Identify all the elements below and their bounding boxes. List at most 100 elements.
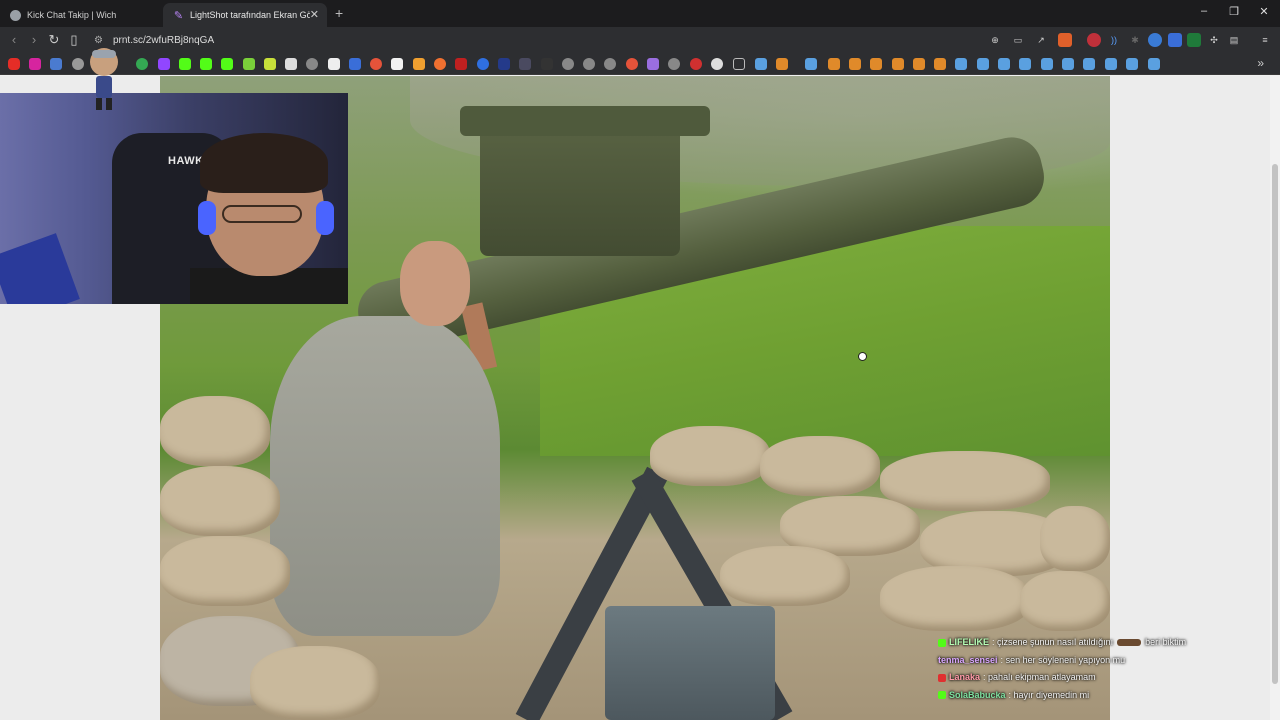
bookmark-icon[interactable] [434,58,446,70]
scrollbar-thumb[interactable] [1272,164,1278,684]
bookmark-icon[interactable] [776,58,788,70]
tab-lightshot[interactable]: ✎ LightShot tarafından Ekran Görü ✕ [163,3,327,27]
extension-icon[interactable] [1148,33,1162,47]
sight-unit [480,116,680,256]
close-tab-icon[interactable]: ✕ [310,8,319,21]
share-icon[interactable]: ↗ [1034,33,1048,47]
amazon-bookmark-icon[interactable] [413,58,425,70]
folder-icon[interactable] [733,58,745,70]
bookmark-icon[interactable] [243,58,255,70]
x-bookmark-icon[interactable] [328,58,340,70]
back-icon[interactable]: ‹ [6,32,22,47]
bookmark-icon[interactable] [583,58,595,70]
steam-bookmark-icon[interactable] [1019,58,1031,70]
bookmark-icon[interactable] [913,58,925,70]
sidebar-icon[interactable]: ▤ [1227,33,1241,47]
zoom-icon[interactable]: ⊕ [988,33,1002,47]
brave-shield-icon[interactable] [1058,33,1072,47]
bookmark-icon[interactable] [892,58,904,70]
bookmark-icon[interactable] [934,58,946,70]
youtube-bookmark-icon[interactable] [8,58,20,70]
bookmark-icon[interactable] [391,58,403,70]
steam-bookmark-icon[interactable] [998,58,1010,70]
steam-bookmark-icon[interactable] [1148,58,1160,70]
chat-message: Lanaka : pahalı ekipman atlayamam [938,669,1278,687]
sandbag [1020,571,1110,631]
tab-kick-chat[interactable]: Kick Chat Takip | Wich [0,3,160,27]
globe-icon [10,9,21,21]
bookmark-icon[interactable] [264,58,276,70]
steam-bookmark-icon[interactable] [1126,58,1138,70]
bookmark-icon[interactable] [604,58,616,70]
forward-icon[interactable]: › [26,32,42,47]
bookmark-icon[interactable] [477,58,489,70]
translate-bookmark-icon[interactable] [50,58,62,70]
bookmark-icon[interactable] [849,58,861,70]
steam-bookmark-icon[interactable] [977,58,989,70]
bookmark-icon[interactable] [870,58,882,70]
steam-bookmark-icon[interactable] [1083,58,1095,70]
glasses [222,205,302,223]
bookmark-icon[interactable] [647,58,659,70]
puzzle-icon[interactable]: ✣ [1207,33,1221,47]
sandbag [650,426,770,486]
bookmark-icon[interactable] [690,58,702,70]
bookmark-icon[interactable] [349,58,361,70]
address-bar[interactable]: ⚙ prnt.sc/2wfuRBj8nqGA [88,30,1253,50]
extension-icon[interactable] [1087,33,1101,47]
new-tab-button[interactable]: + [335,5,343,21]
sandbag [250,646,380,720]
browser-toolbar: ‹ › ↻ ▯ ⚙ prnt.sc/2wfuRBj8nqGA ⊕ ▭ ↗ )) … [0,27,1280,53]
steam-bookmark-icon[interactable] [1105,58,1117,70]
excel-extension-icon[interactable] [1187,33,1201,47]
headphone-icon [198,201,216,235]
extension-icon[interactable]: ✱ [1128,33,1142,47]
kick-bookmark-icon[interactable] [179,58,191,70]
nba-bookmark-icon[interactable] [498,58,510,70]
bookmark-icon[interactable] [541,58,553,70]
extension-icon[interactable] [1168,33,1182,47]
chat-message: LIFELIKE : çizsene şunun nasıl atıldığın… [938,634,1278,652]
microphone-arm [0,233,80,304]
cast-icon[interactable]: ▭ [1011,33,1025,47]
more-bookmarks-icon[interactable]: » [1257,56,1264,70]
bookmark-icon[interactable] [828,58,840,70]
steam-bookmark-icon[interactable] [805,58,817,70]
steam-bookmark-icon[interactable] [1062,58,1074,70]
headphone-icon [316,201,334,235]
chat-username: LIFELIKE [949,637,989,647]
steam-bookmark-icon[interactable] [955,58,967,70]
sight-top [460,106,710,136]
bookmark-icon[interactable] [455,58,467,70]
kick-bookmark-icon[interactable] [200,58,212,70]
sandbag [160,536,290,606]
chat-text: pahalı ekipman atlayamam [988,672,1096,682]
steam-bookmark-icon[interactable] [755,58,767,70]
extension-icon[interactable]: )) [1107,33,1121,47]
bookmark-icon[interactable] [711,58,723,70]
site-info-icon[interactable]: ⚙ [94,35,103,46]
bookmark-icon[interactable] [519,58,531,70]
steam-bookmark-icon[interactable] [1041,58,1053,70]
minimize-icon[interactable]: – [1194,5,1214,17]
bookmark-icon[interactable] [306,58,318,70]
scrollbar[interactable] [1270,76,1280,720]
instagram-bookmark-icon[interactable] [29,58,41,70]
kick-bookmark-icon[interactable] [221,58,233,70]
bookmark-icon[interactable] [562,58,574,70]
chat-username: tenma_sensei [938,654,998,665]
kick-badge-icon [938,691,946,700]
bookmark-icon[interactable]: ▯ [66,32,82,48]
restore-icon[interactable]: ❐ [1224,5,1244,18]
chat-username: Lanaka [949,672,981,682]
reload-icon[interactable]: ↻ [46,32,62,48]
reddit-bookmark-icon[interactable] [370,58,382,70]
bookmark-icon[interactable] [285,58,297,70]
bookmark-icon[interactable] [668,58,680,70]
twitch-bookmark-icon[interactable] [158,58,170,70]
close-window-icon[interactable]: ✕ [1254,5,1274,18]
drive-bookmark-icon[interactable] [136,58,148,70]
bookmark-icon[interactable] [72,58,84,70]
reddit-bookmark-icon[interactable] [626,58,638,70]
menu-icon[interactable]: ≡ [1258,33,1272,47]
